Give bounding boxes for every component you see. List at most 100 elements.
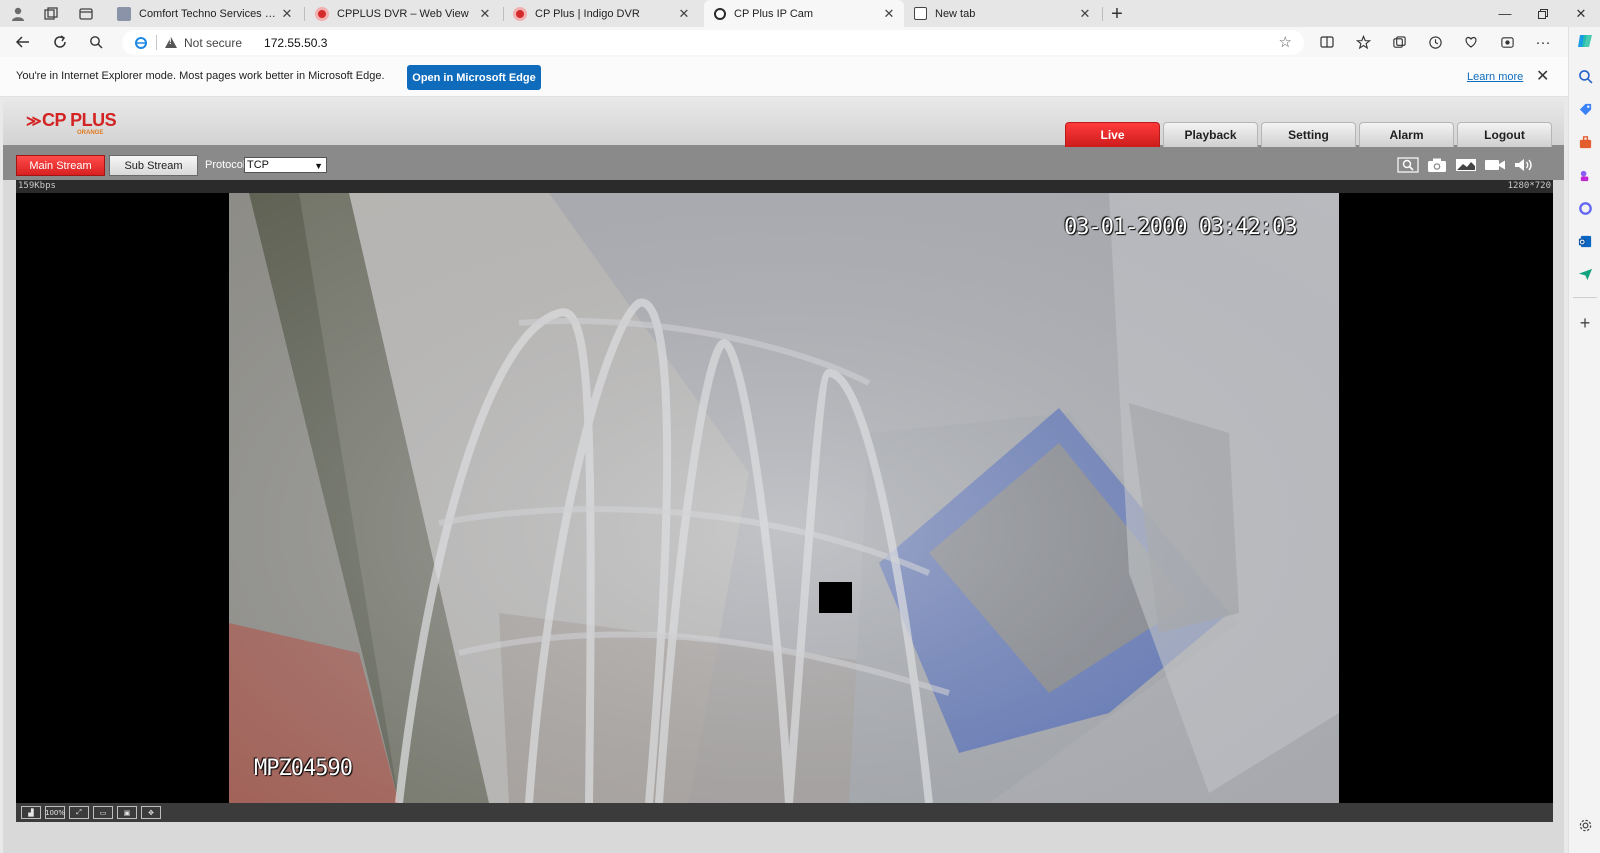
settings-gear-icon[interactable]	[1575, 815, 1595, 835]
refresh-icon[interactable]	[48, 31, 72, 53]
history-icon[interactable]	[1423, 31, 1447, 53]
ie-mode-message: You're in Internet Explorer mode. Most p…	[16, 70, 385, 82]
cpplus-logo: ≫ CP PLUS ORANGE	[26, 110, 117, 136]
sidebar-divider	[1573, 297, 1597, 298]
tab-cpplus-indigo[interactable]: CP Plus | Indigo DVR ✕	[503, 0, 699, 27]
tab-title: CP Plus | Indigo DVR	[535, 7, 640, 20]
original-size-button[interactable]: 100%	[45, 806, 65, 819]
sub-stream-button[interactable]: Sub Stream	[109, 155, 198, 176]
search-icon[interactable]	[84, 31, 108, 53]
browser-tab-strip: Comfort Techno Services Pvt Ltd ✕ CPPLUS…	[0, 0, 1600, 27]
protocol-value: TCP	[247, 159, 269, 171]
games-icon[interactable]	[1575, 165, 1595, 185]
zoom-icon[interactable]	[1396, 156, 1420, 174]
image-adjust-icon[interactable]	[1454, 156, 1478, 174]
osd-timestamp: 03-01-2000 03:42:03	[1064, 215, 1298, 240]
tools-icon[interactable]	[1575, 132, 1595, 152]
shopping-tag-icon[interactable]	[1575, 99, 1595, 119]
performance-icon[interactable]	[1459, 31, 1483, 53]
nav-tab-logout[interactable]: Logout	[1457, 122, 1552, 147]
dvr-page: ≫ CP PLUS ORANGE Live Playback Setting A…	[3, 99, 1564, 853]
edge-sidebar: +	[1568, 27, 1600, 853]
tab-title: Comfort Techno Services Pvt Ltd	[139, 7, 278, 20]
tab-title: New tab	[935, 7, 976, 20]
favorite-star-icon[interactable]: ☆	[1279, 33, 1292, 51]
tab-cpplus-ipcam[interactable]: CP Plus IP Cam ✕	[704, 0, 904, 27]
logo-mark-icon: ≫	[26, 113, 42, 130]
security-label[interactable]: Not secure	[184, 36, 242, 50]
warning-icon[interactable]	[165, 37, 177, 48]
search-icon[interactable]	[1575, 66, 1595, 86]
close-icon[interactable]: ✕	[278, 6, 296, 22]
profile-icon[interactable]	[8, 4, 28, 24]
send-icon[interactable]	[1575, 264, 1595, 284]
video-info-bar: 159Kbps 1280*720	[16, 180, 1553, 193]
cpplus-favicon	[315, 6, 329, 21]
url-text[interactable]: 172.55.50.3	[264, 36, 327, 50]
tab-separator	[1102, 7, 1103, 21]
camera-scene-image	[229, 193, 1339, 803]
extensions-icon[interactable]	[1495, 31, 1519, 53]
protocol-select[interactable]: TCP ▼	[244, 157, 327, 173]
close-icon[interactable]: ✕	[880, 6, 898, 22]
open-in-edge-button[interactable]: Open in Microsoft Edge	[407, 65, 541, 90]
nav-tab-live[interactable]: Live	[1065, 122, 1160, 147]
new-tab-plus-icon[interactable]: +	[1107, 3, 1127, 25]
close-icon[interactable]: ✕	[1536, 66, 1549, 86]
nav-tab-playback[interactable]: Playback	[1163, 122, 1258, 147]
tab-comfort-techno[interactable]: Comfort Techno Services Pvt Ltd ✕	[107, 0, 302, 27]
microsoft365-icon[interactable]	[1575, 198, 1595, 218]
minimize-icon[interactable]: —	[1486, 0, 1524, 27]
protocol-label: Protocol	[205, 159, 246, 171]
learn-more-link[interactable]: Learn more	[1467, 71, 1523, 83]
osd-camera-name: MPZ04590	[254, 756, 353, 781]
more-menu-icon[interactable]: ···	[1531, 31, 1555, 53]
cpplus-favicon	[513, 6, 527, 21]
close-window-icon[interactable]: ✕	[1562, 0, 1600, 27]
tab-new-tab[interactable]: New tab ✕	[904, 0, 1100, 27]
nav-tab-alarm[interactable]: Alarm	[1359, 122, 1454, 147]
aspect-ratio-icon[interactable]: ▭	[93, 806, 113, 819]
ie-mode-icon[interactable]	[134, 36, 148, 50]
live-video-panel[interactable]: 159Kbps 1280*720 03-01-2000 03:42:03 MPZ…	[16, 180, 1553, 822]
bitrate-readout: 159Kbps	[18, 181, 56, 191]
window-mode-icon[interactable]: ▣	[117, 806, 137, 819]
outlook-icon[interactable]	[1575, 231, 1595, 251]
main-stream-button[interactable]: Main Stream	[16, 155, 105, 176]
split-screen-icon[interactable]	[1315, 31, 1339, 53]
vertex-favicon	[117, 6, 131, 21]
omnibox-divider	[156, 35, 157, 50]
tab-actions-icon[interactable]	[76, 4, 96, 24]
add-icon[interactable]: +	[1575, 313, 1595, 333]
fullscreen-icon[interactable]: ▟	[21, 806, 41, 819]
tab-cpplus-dvr[interactable]: CPPLUS DVR – Web View ✕	[305, 0, 500, 27]
back-icon[interactable]	[11, 31, 35, 53]
stream-controls-bar: Main Stream Sub Stream Protocol TCP ▼	[3, 147, 1564, 180]
record-video-icon[interactable]	[1483, 156, 1507, 174]
newtab-favicon	[914, 7, 927, 20]
browser-toolbar: Not secure 172.55.50.3 ☆ ···	[0, 27, 1568, 57]
fit-window-icon[interactable]: ⤢	[69, 806, 89, 819]
tab-title: CP Plus IP Cam	[734, 7, 814, 20]
close-icon[interactable]: ✕	[1076, 6, 1094, 22]
privacy-mask	[819, 582, 852, 613]
favorites-icon[interactable]	[1351, 31, 1375, 53]
camera-feed[interactable]: 03-01-2000 03:42:03 MPZ04590	[229, 193, 1339, 803]
close-icon[interactable]: ✕	[476, 6, 494, 22]
video-controls-bar: ▟ 100% ⤢ ▭ ▣ ✥	[16, 803, 1553, 822]
address-bar[interactable]: Not secure 172.55.50.3 ☆	[122, 30, 1304, 55]
chevron-down-icon: ▼	[314, 161, 323, 171]
restore-icon[interactable]	[1524, 0, 1562, 27]
ptz-control-icon[interactable]: ✥	[141, 806, 161, 819]
audio-speaker-icon[interactable]	[1512, 156, 1536, 174]
dvr-header: ≫ CP PLUS ORANGE Live Playback Setting A…	[3, 99, 1564, 147]
copilot-icon[interactable]	[1575, 31, 1595, 51]
snapshot-camera-icon[interactable]	[1425, 156, 1449, 174]
resolution-readout: 1280*720	[1507, 181, 1551, 191]
workspaces-icon[interactable]	[41, 4, 61, 24]
tab-title: CPPLUS DVR – Web View	[337, 7, 469, 20]
collections-icon[interactable]	[1387, 31, 1411, 53]
ie-favicon	[714, 7, 726, 20]
nav-tab-setting[interactable]: Setting	[1261, 122, 1356, 147]
close-icon[interactable]: ✕	[675, 6, 693, 22]
